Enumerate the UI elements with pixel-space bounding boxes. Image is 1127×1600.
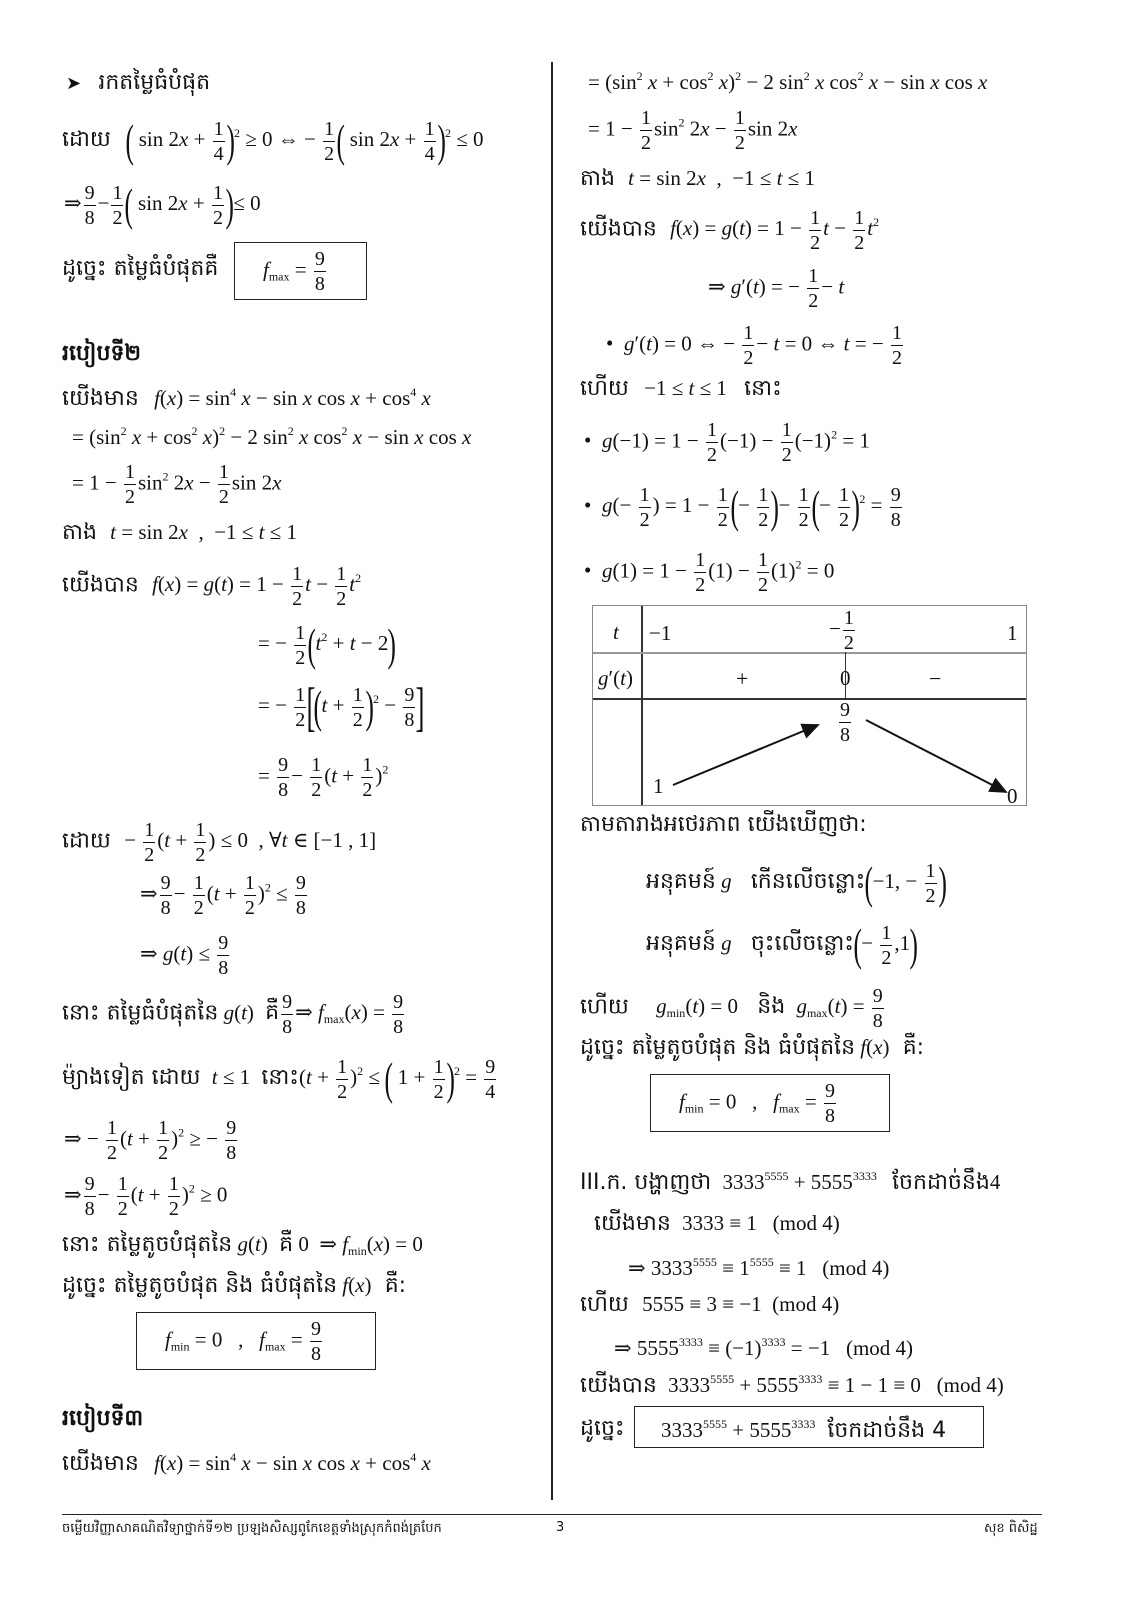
implies-le-9-8: ⇒ 9 8− 1 2 (t + 1 2)2 ≤ 98: [140, 872, 307, 919]
g-step-3: = 9 8− 1 2 (t + 1 2)2: [258, 754, 389, 801]
conclusion-max-label: ដូច្នេះ តម្លៃធំបំផុតគឺ: [62, 256, 219, 281]
min-of-g: នោះ តម្លៃតូចបំផុតនៃ g(t) គឺ 0 ⇒ fmin(x) …: [62, 1232, 423, 1258]
g-at-minus-1: • g(−1) = 1 − 1 2 (−1) − 1 2 (−1)2 = 1: [584, 419, 870, 466]
boxed-fmax: fmax = 98: [234, 242, 367, 300]
mod-3333-power: ⇒ 33335555 ≡ 15555 ≡ 1 (mod 4): [628, 1255, 890, 1280]
g-at-1: • g(1) = 1 − 1 2 (1) − 1 2 (1)2 = 0: [584, 549, 835, 596]
because-nonpositive: ដោយ − 1 2 (t + 1 2) ≤ 0 , ∀t ∈ [−1 , 1]: [62, 819, 377, 866]
footer-rule: [62, 1514, 1042, 1516]
g-at-minus-half: • g(− 1 2) = 1 − 1 2 (− 1 2)− 1 2 (− 1 2)2 = 98: [584, 481, 902, 532]
implies-ge-neg-9-8: ⇒ − 1 2 (t + 1 2)2 ≥ − 98: [64, 1117, 238, 1164]
g-prime-zero: • g′(t) = 0 ⇔ − 1 2− t = 0 ⇔ t = − 12: [606, 322, 903, 369]
arrow-bullet-icon: ➤: [66, 73, 82, 93]
column-divider: [551, 62, 553, 1500]
mod-3333: យើងមាន 3333 ≡ 1 (mod 4): [594, 1211, 840, 1236]
mod-5555-power: ⇒ 55553333 ≡ (−1)3333 = −1 (mod 4): [614, 1335, 914, 1360]
boxed-divisibility: 33335555 + 55553333 ចែកដាច់នឹង 4: [634, 1406, 984, 1448]
max-of-g: នោះ តម្លៃធំបំផុតនៃ g(t) គឺ 9 8 ⇒ fmax(x) = …: [62, 991, 405, 1038]
g-prime: ⇒ g′(t) = − 1 2− t: [708, 265, 845, 312]
conclusion-both-left: ដូច្នេះ តម្លៃតូចបំផុត និង ធំបំផុតនៃ f(x)…: [62, 1273, 407, 1298]
method-3-heading: របៀបទី៣: [62, 1406, 144, 1431]
footer-author: សុខ ពិសិដ្ឋ: [984, 1521, 1038, 1536]
conclusion-both-right: ដូច្នេះ តម្លៃតូចបំផុត និង ធំបំផុតនៃ f(x)…: [580, 1035, 925, 1060]
variation-table: t g′(t) −1 −1 2 1 + 0 − 98 1 0: [592, 605, 1027, 808]
g-min-max: ហើយ gmin(t) = 0 និង gmax(t) = 98: [580, 985, 884, 1032]
boxed-fmin-fmax-left: fmin = 0 , fmax = 98: [136, 1312, 376, 1370]
r-f-expansion-2: = 1 − 1 2 sin2 2x − 1 2 sin 2x: [588, 107, 798, 154]
decreasing-arrow: [865, 719, 1008, 793]
mod-sum: យើងបាន 33335555 + 55553333 ≡ 1 − 1 ≡ 0 (…: [580, 1372, 1004, 1398]
footer-title: ចម្លើយវិញ្ញាសាគណិតវិទ្យាថ្នាក់ទី១២ ប្រឡង…: [62, 1521, 442, 1536]
r-substitution-t: តាង t = sin 2x , −1 ≤ t ≤ 1: [580, 166, 815, 191]
implies-inequality: ⇒ 9 8−1 2( sin 2x + 1 2)≤ 0: [64, 179, 261, 230]
r-f-expansion-1: = (sin2 x + cos2 x)2 − 2 sin2 x cos2 x −…: [588, 69, 988, 94]
other-hand-bound: ម៉្យាងទៀត ដោយ t ≤ 1 នោះ(t + 1 2)2 ≤ ( 1 +…: [62, 1053, 497, 1104]
variation-arrows: [672, 719, 1008, 793]
g-decreasing: អនុគមន៍ g ចុះលើចន្លោះ(− 1 2,1): [646, 919, 919, 970]
g-step-2: = − 1 2 [(t + 1 2)2 − 9 8]: [258, 677, 425, 737]
g-step-1: = − 1 2 (t2 + t − 2): [258, 619, 397, 670]
from-table-text: តាមតារាងអថេរភាព យើងឃើញថា:: [580, 812, 867, 837]
r-g-definition: យើងបាន f(x) = g(t) = 1 − 12t − 1 2 t2: [580, 207, 880, 254]
inequality-square-nonneg: ដោយ ( sin 2x + 1 4)2 ≥ 0 ⇔ − 1 2( sin 2x +…: [62, 115, 484, 166]
substitution-t: តាង t = sin 2x , −1 ≤ t ≤ 1: [62, 520, 297, 545]
boxed-fmin-fmax-right: fmin = 0 , fmax = 98: [650, 1074, 890, 1132]
f-expansion-2: = 1 − 1 2 sin2 2x − 1 2 sin 2x: [72, 461, 282, 508]
page-number: 3: [556, 1520, 565, 1535]
find-max-heading: ➤ រកតម្លៃធំបំផុត: [66, 70, 211, 95]
f-definition: យើងមាន f(x) = sin4 x − sin x cos x + cos…: [62, 385, 431, 411]
t-range-then: ហើយ −1 ≤ t ≤ 1 នោះ: [580, 376, 782, 401]
mod-5555: ហើយ 5555 ≡ 3 ≡ −1 (mod 4): [580, 1292, 840, 1317]
g-le-9-8: ⇒ g(t) ≤ 98: [140, 932, 230, 979]
section-3-statement: III.ក. បង្ហាញថា 33335555 + 55553333 ចែកដ…: [580, 1169, 1001, 1195]
therefore-label: ដូច្នេះ: [580, 1416, 625, 1441]
f-expansion-1: = (sin2 x + cos2 x)2 − 2 sin2 x cos2 x −…: [72, 424, 472, 449]
g-definition: យើងបាន f(x) = g(t) = 1 − 12t − 1 2 t2: [62, 563, 362, 610]
increasing-arrow: [672, 723, 820, 786]
f-definition-3: យើងមាន f(x) = sin4 x − sin x cos x + cos…: [62, 1450, 431, 1476]
method-2-heading: របៀបទី២: [62, 341, 142, 366]
g-increasing: អនុគមន៍ g កើនលើចន្លោះ(−1, − 1 2): [646, 857, 947, 908]
implies-ge-0: ⇒ 9 8− 1 2 (t + 1 2)2 ≥ 0: [64, 1173, 228, 1220]
